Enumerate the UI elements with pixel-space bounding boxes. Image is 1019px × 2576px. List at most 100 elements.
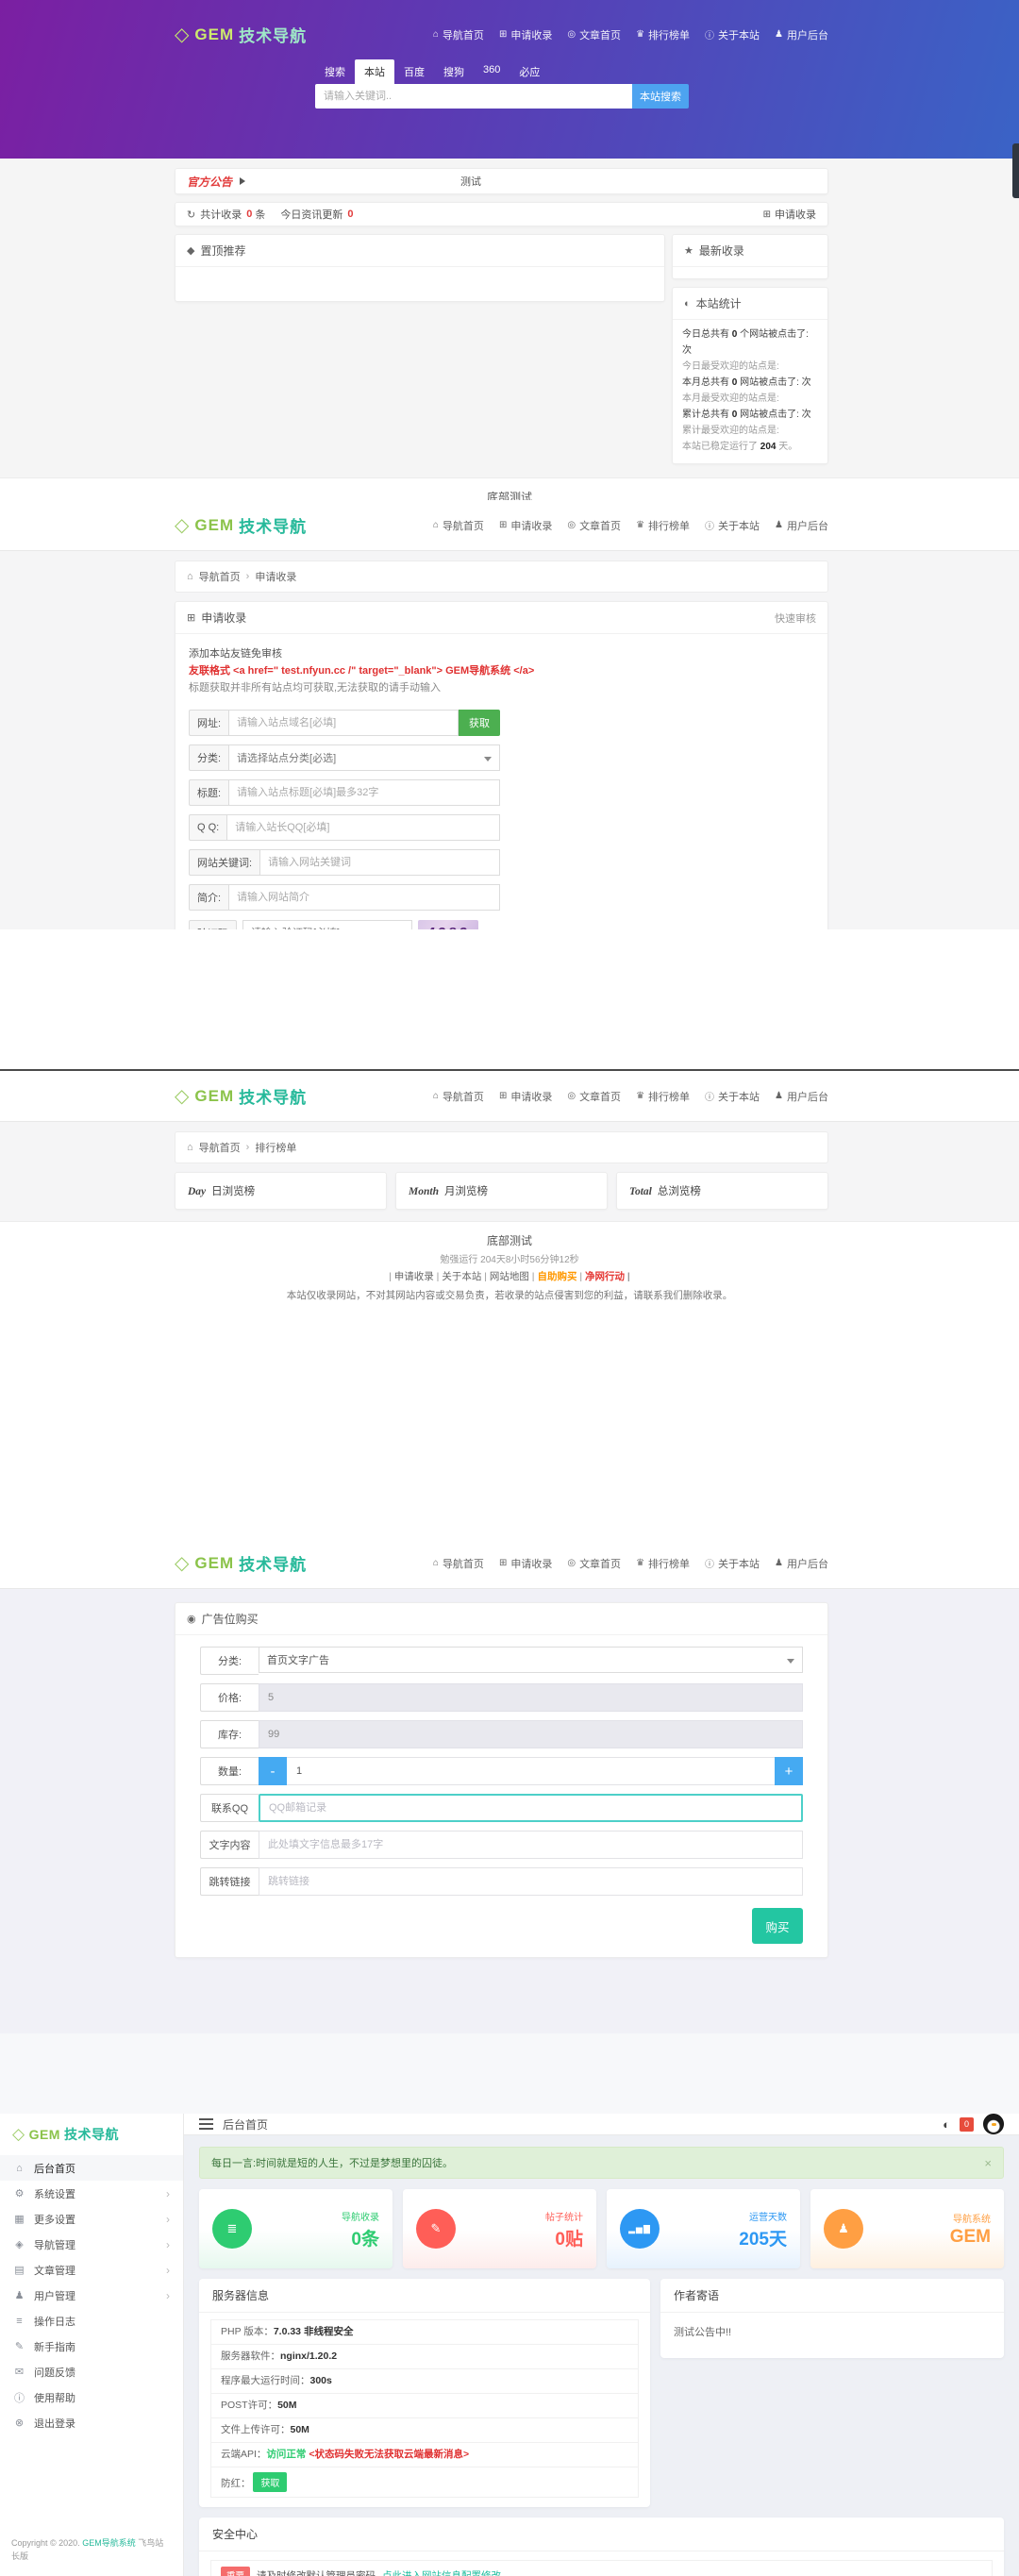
close-icon[interactable]: × (984, 2156, 992, 2170)
sidebar-item-dashboard[interactable]: ⌂后台首页 (0, 2155, 183, 2181)
admin-logo[interactable]: ◇ GEM技术导航 (0, 2114, 183, 2155)
nav-item-article[interactable]: ◎文章首页 (567, 1089, 621, 1104)
nav-item-user[interactable]: ♟ 用户后台 (775, 1089, 828, 1104)
nav-item-rank[interactable]: ♛排行榜单 (636, 518, 690, 533)
user-icon: ♟ (775, 1091, 783, 1101)
admin-sidebar: ◇ GEM技术导航 ⌂后台首页 ⚙系统设置› ▦更多设置› ◈导航管理› ▤文章… (0, 2114, 184, 2576)
qq-avatar[interactable] (983, 2114, 1004, 2134)
site-logo[interactable]: ◇ GEM技术导航 (175, 1084, 307, 1108)
gem-system-link[interactable]: GEM导航系统 (82, 2538, 136, 2548)
footer-link-buy[interactable]: 自助购买 (529, 1271, 577, 1282)
ad-text-input[interactable] (259, 1831, 803, 1859)
search-button[interactable]: 本站搜索 (632, 84, 689, 109)
keywords-input[interactable] (259, 849, 500, 876)
stat-card-nav-count: ≣ 导航收录0条 (199, 2189, 393, 2268)
ad-qq-input[interactable] (259, 1794, 803, 1822)
nav-item-apply[interactable]: ⊞申请收录 (499, 518, 552, 533)
desc-input[interactable] (228, 884, 500, 911)
tab-sogou[interactable]: 搜狗 (434, 59, 474, 84)
person-icon: ♟ (824, 2209, 863, 2249)
menu-toggle-icon[interactable] (199, 2116, 213, 2133)
nav-item-home[interactable]: ⌂导航首页 (433, 1089, 484, 1104)
breadcrumb-home[interactable]: 导航首页 (199, 569, 241, 584)
tab-this-site[interactable]: 本站 (355, 59, 394, 84)
url-label: 网址: (189, 710, 228, 736)
breadcrumb-home[interactable]: 导航首页 (199, 1140, 241, 1155)
floating-widget[interactable] (1012, 143, 1019, 198)
title-input[interactable] (228, 779, 500, 806)
sidebar-item-more-settings[interactable]: ▦更多设置› (0, 2206, 183, 2232)
sidebar-item-logout[interactable]: ⊗退出登录 (0, 2410, 183, 2435)
nav-item-home[interactable]: ⌂导航首页 (433, 518, 484, 533)
footer-link-cleannet[interactable]: 净网行动 (576, 1271, 629, 1282)
captcha-image[interactable]: 4283 (418, 920, 478, 929)
message-badge[interactable]: 0 (960, 2117, 974, 2132)
url-input[interactable] (228, 710, 459, 736)
sidebar-item-logs[interactable]: ≡操作日志 (0, 2308, 183, 2333)
nav-item-article[interactable]: ◎文章首页 (567, 27, 621, 42)
category-select[interactable]: 请选择站点分类[必选] (228, 744, 500, 771)
footer-link-sitemap[interactable]: 网站地图 (481, 1271, 529, 1282)
tab-search-label[interactable]: 搜索 (315, 59, 355, 84)
nav-item-home[interactable]: ⌂导航首页 (433, 1556, 484, 1571)
sidebar-item-nav-manage[interactable]: ◈导航管理› (0, 2232, 183, 2257)
qq-input[interactable] (226, 814, 500, 841)
nav-item-apply[interactable]: ⊞申请收录 (499, 1089, 552, 1104)
ad-header: ◇ GEM技术导航 ⌂导航首页 ⊞申请收录 ◎文章首页 ♛排行榜单 ⓘ关于本站 … (0, 1538, 1019, 1589)
ad-link-input[interactable] (259, 1867, 803, 1896)
nav-item-rank[interactable]: ♛排行榜单 (636, 1556, 690, 1571)
sidebar-item-article-manage[interactable]: ▤文章管理› (0, 2257, 183, 2283)
apply-link[interactable]: ⊞ 申请收录 (763, 207, 816, 222)
tab-baidu[interactable]: 百度 (394, 59, 434, 84)
site-logo[interactable]: ◇ GEM技术导航 (175, 23, 307, 46)
latest-card: ★ 最新收录 (672, 234, 828, 279)
ad-category-select[interactable]: 首页文字广告 (259, 1647, 803, 1673)
url-field-group: 网址: 获取 (189, 710, 500, 736)
search-input[interactable] (315, 84, 632, 109)
sidebar-item-user-manage[interactable]: ♟用户管理› (0, 2283, 183, 2308)
nav-item-rank[interactable]: ♛排行榜单 (636, 1089, 690, 1104)
nav-item-about[interactable]: ⓘ关于本站 (705, 1556, 760, 1571)
nav-label: 申请收录 (510, 27, 552, 42)
nav-item-apply[interactable]: ⊞申请收录 (499, 1556, 552, 1571)
speaker-icon (240, 177, 249, 185)
nav-item-user[interactable]: ♟用户后台 (775, 1556, 828, 1571)
nav-label: 用户后台 (787, 1089, 828, 1104)
sidebar-item-feedback[interactable]: ✉问题反馈 (0, 2359, 183, 2384)
ad-qq-group: 联系QQ (200, 1794, 803, 1822)
nav-item-apply[interactable]: ⊞申请收录 (499, 27, 552, 42)
server-row-php: PHP 版本：7.0.33 非线程安全 (210, 2319, 639, 2345)
nav-item-home[interactable]: ⌂导航首页 (433, 27, 484, 42)
nav-item-article[interactable]: ◎文章首页 (567, 1556, 621, 1571)
nav-item-about[interactable]: ⓘ关于本站 (705, 518, 760, 533)
fetch-button[interactable]: 获取 (459, 710, 500, 736)
theme-toggle-icon[interactable]: ◐ (943, 2117, 950, 2132)
config-link[interactable]: 点此进入网站信息配置修改 (382, 2568, 501, 2576)
site-logo[interactable]: ◇ GEM技术导航 (175, 513, 307, 537)
sidebar-item-help[interactable]: ⓘ使用帮助 (0, 2384, 183, 2410)
tab-360[interactable]: 360 (474, 59, 510, 84)
nav-item-about[interactable]: ⓘ关于本站 (705, 1089, 760, 1104)
nav-item-about[interactable]: ⓘ关于本站 (705, 27, 760, 42)
main-nav: ⌂导航首页 ⊞申请收录 ◎文章首页 ♛排行榜单 ⓘ关于本站 ♟用户后台 (433, 518, 828, 533)
quick-review-label[interactable]: 快速审核 (775, 611, 816, 626)
tab-bing[interactable]: 必应 (510, 59, 549, 84)
sidebar-item-system-settings[interactable]: ⚙系统设置› (0, 2181, 183, 2206)
apply-body: ⌂ 导航首页 申请收录 ⊞ 申请收录 快速审核 添加本站友链免审核 友联格式 <… (0, 551, 1019, 929)
fetch-antired-button[interactable]: 获取 (253, 2472, 287, 2492)
nav-item-article[interactable]: ◎文章首页 (567, 518, 621, 533)
quantity-minus-button[interactable]: - (259, 1757, 287, 1785)
footer-link-about[interactable]: 关于本站 (434, 1271, 482, 1282)
quantity-plus-button[interactable]: + (775, 1757, 803, 1785)
sidebar-item-guide[interactable]: ✎新手指南 (0, 2333, 183, 2359)
nav-item-rank[interactable]: ♛排行榜单 (636, 27, 690, 42)
nav-item-user[interactable]: ♟用户后台 (775, 27, 828, 42)
quantity-input[interactable] (287, 1757, 775, 1785)
site-logo[interactable]: ◇ GEM技术导航 (175, 1551, 307, 1575)
captcha-input[interactable] (242, 920, 412, 929)
footer-link-apply[interactable]: 申请收录 (389, 1271, 434, 1282)
nav-item-user[interactable]: ♟用户后台 (775, 518, 828, 533)
security-center-card: 安全中心 重要 请及时修改默认管理员密码 点此进入网站信息配置修改 提示 网站根… (199, 2517, 1004, 2576)
buy-button[interactable]: 购买 (752, 1908, 803, 1944)
rank-icon: ♛ (636, 29, 644, 40)
